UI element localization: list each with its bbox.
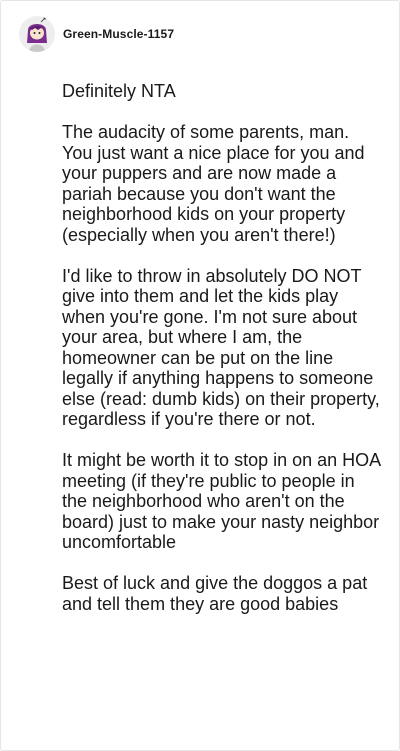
comment-card: Green-Muscle-1157 Definitely NTA The aud…: [0, 0, 400, 751]
snoo-avatar-icon[interactable]: [19, 16, 55, 52]
comment-paragraph: I'd like to throw in absolutely DO NOT g…: [62, 265, 380, 430]
comment-body: Definitely NTA The audacity of some pare…: [62, 81, 384, 614]
comment-paragraph: Definitely NTA: [62, 81, 176, 101]
comment-header: Green-Muscle-1157: [19, 15, 174, 53]
comment-paragraph: The audacity of some parents, man. You j…: [62, 122, 365, 245]
comment-paragraph: Best of luck and give the doggos a pat a…: [62, 573, 368, 614]
comment-author[interactable]: Green-Muscle-1157: [63, 27, 174, 41]
avatar-illustration: [19, 16, 55, 52]
comment-paragraph: It might be worth it to stop in on an HO…: [62, 450, 381, 552]
